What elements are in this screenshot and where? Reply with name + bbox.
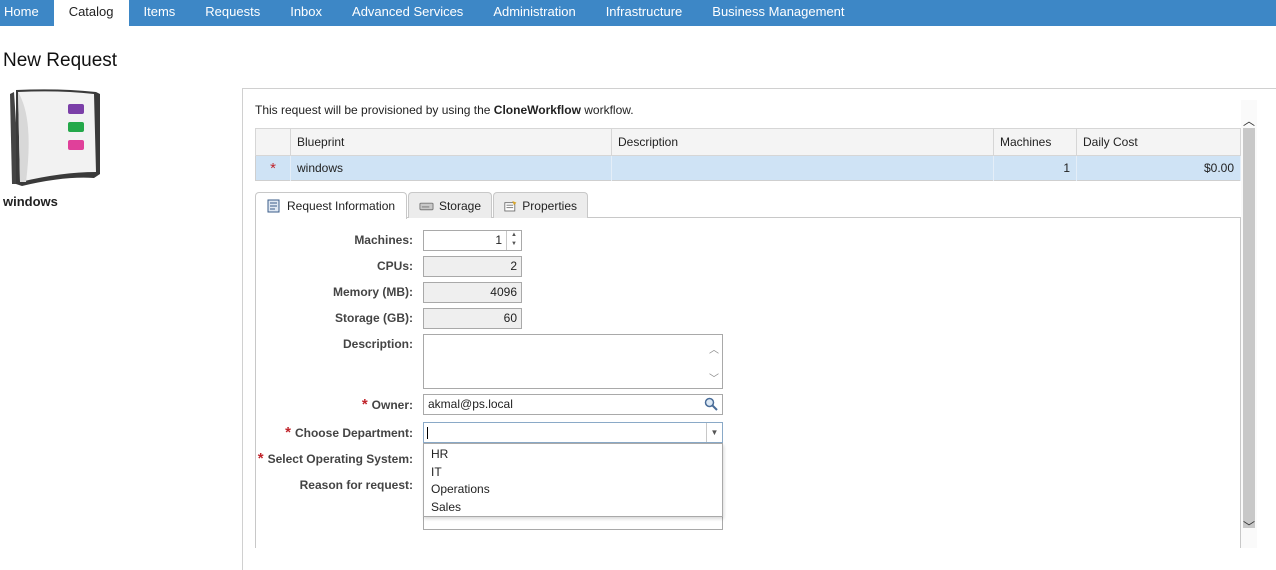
required-star: * [257,450,264,467]
chevron-down-icon[interactable]: ▼ [706,423,722,442]
cell-blueprint: windows [290,155,612,181]
nav-tab-business-management[interactable]: Business Management [697,0,859,26]
workflow-note-suffix: workflow. [580,103,634,117]
scroll-up-icon[interactable]: ︿ [1241,112,1257,128]
required-star: * [285,424,291,441]
nav-tab-catalog[interactable]: Catalog [53,0,129,26]
tab-label-properties: Properties [522,198,577,213]
machines-label: Machines: [354,233,413,247]
nav-tab-administration[interactable]: Administration [478,0,590,26]
nav-tab-inbox[interactable]: Inbox [275,0,337,26]
cell-machines: 1 [993,155,1077,181]
scroll-down-icon[interactable]: ﹀ [1241,518,1257,534]
catalog-book-icon [10,89,100,186]
top-navigation: Home Catalog Items Requests Inbox Advanc… [0,0,1276,26]
cpus-field: 2 [423,256,522,277]
workflow-note: This request will be provisioned by usin… [255,103,634,117]
memory-field: 4096 [423,282,522,303]
tab-request-information[interactable]: Request Information [255,192,407,219]
properties-icon [504,200,517,211]
owner-field[interactable]: akmal@ps.local [423,394,723,415]
machines-value: 1 [495,233,502,247]
nav-tab-advanced-services[interactable]: Advanced Services [337,0,478,26]
column-header-blueprint[interactable]: Blueprint [290,128,612,156]
dropdown-option-hr[interactable]: HR [424,446,722,464]
department-dropdown: HR IT Operations Sales [423,443,723,517]
cell-daily-cost: $0.00 [1076,155,1241,181]
reason-label: Reason for request: [299,478,413,492]
dropdown-option-sales[interactable]: Sales [424,499,722,517]
blueprint-table: Blueprint Description Machines Daily Cos… [255,128,1241,181]
panel-scrollbar[interactable]: ︿ ﹀ [1241,100,1257,548]
cell-description [611,155,994,181]
tab-properties[interactable]: Properties [493,192,588,218]
nav-tab-requests[interactable]: Requests [190,0,275,26]
request-tabs: Request Information Storage Properties [255,192,1241,219]
scroll-up-icon[interactable]: ︿ [706,341,722,356]
column-header-description[interactable]: Description [611,128,994,156]
nav-tab-home[interactable]: Home [0,0,54,26]
dropdown-option-operations[interactable]: Operations [424,481,722,499]
department-select[interactable]: ▼ [423,422,723,443]
table-row[interactable]: * windows 1 $0.00 [255,155,1241,181]
scroll-down-icon[interactable]: ﹀ [706,370,722,385]
cpus-label: CPUs: [376,259,413,273]
storage-icon [419,202,434,210]
required-star: * [361,396,368,413]
owner-value: akmal@ps.local [428,397,513,411]
department-label: * Choose Department: [213,424,413,441]
tab-label-storage: Storage [438,198,481,213]
os-label: * Select Operating System: [213,450,413,467]
column-header-required [255,128,291,156]
catalog-item-name: windows [3,194,58,209]
tab-storage[interactable]: Storage [408,192,492,218]
os-label-text: Select Operating System: [267,452,413,466]
department-label-text: Choose Department: [294,426,413,440]
page-title: New Request [3,50,118,71]
storage-field: 60 [423,308,522,329]
machines-stepper[interactable]: 1 ▲ ▼ [423,230,522,251]
tab-label-request-information: Request Information [287,199,396,213]
storage-label: Storage (GB): [335,311,413,325]
required-marker: * [255,155,291,181]
workflow-note-prefix: This request will be provisioned by usin… [255,103,494,117]
description-textarea[interactable]: ︿ ﹀ [423,334,723,389]
nav-tab-items[interactable]: Items [129,0,191,26]
request-info-icon [267,199,280,213]
stepper-arrows-icon[interactable]: ▲ ▼ [506,231,521,250]
dropdown-option-it[interactable]: IT [424,464,722,482]
search-icon[interactable] [704,397,718,411]
owner-label-text: Owner: [371,398,413,412]
owner-label: * Owner: [213,396,413,413]
description-label: Description: [342,337,413,351]
nav-tab-infrastructure[interactable]: Infrastructure [591,0,698,26]
text-cursor [427,427,428,439]
memory-label: Memory (MB): [333,285,413,299]
column-header-machines[interactable]: Machines [993,128,1077,156]
column-header-daily-cost[interactable]: Daily Cost [1076,128,1241,156]
textarea-scrollbar[interactable]: ︿ ﹀ [706,335,722,388]
scrollbar-thumb[interactable] [1243,128,1255,528]
workflow-name: CloneWorkflow [493,103,581,117]
